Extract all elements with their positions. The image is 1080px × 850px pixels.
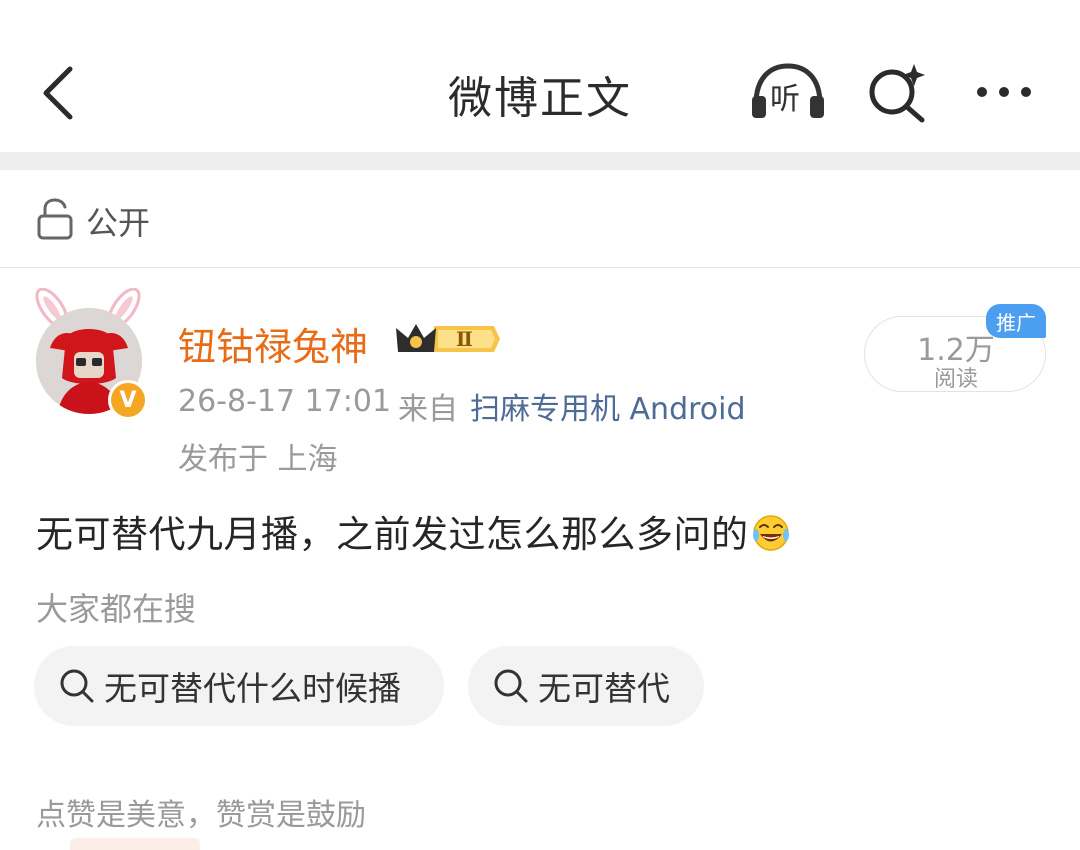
hot-search-chip-label: 无可替代 bbox=[538, 669, 670, 708]
post-source-prefix: 来自 bbox=[398, 392, 458, 427]
author-name[interactable]: 钮钴禄兔神 bbox=[178, 316, 368, 371]
verified-badge: V bbox=[108, 380, 148, 420]
lock-icon bbox=[37, 198, 73, 240]
more-options-button[interactable] bbox=[966, 58, 1046, 128]
hot-search-chip[interactable]: 无可替代 bbox=[468, 646, 704, 726]
hot-search-title: 大家都在搜 bbox=[36, 590, 197, 628]
read-label: 阅读 bbox=[933, 367, 978, 392]
listen-button[interactable]: 听 bbox=[746, 58, 830, 128]
laughing-emoji-icon bbox=[752, 515, 789, 551]
author-avatar[interactable]: V bbox=[24, 288, 154, 420]
hot-search-chip-label: 无可替代什么时候播 bbox=[104, 669, 401, 708]
reward-button-peek[interactable] bbox=[70, 838, 200, 850]
search-icon bbox=[494, 669, 528, 703]
post-text: 无可替代九月播，之前发过怎么那么多问的 bbox=[36, 513, 749, 556]
back-button[interactable] bbox=[30, 58, 86, 128]
listen-label: 听 bbox=[770, 82, 800, 117]
section-divider bbox=[0, 152, 1080, 170]
search-sparkle-icon bbox=[869, 64, 925, 123]
back-arrow-icon bbox=[43, 66, 73, 120]
post-location: 发布于 上海 bbox=[178, 442, 338, 477]
post-source-device[interactable]: 扫麻专用机 Android bbox=[470, 384, 746, 428]
post-content: 无可替代九月播，之前发过怎么那么多问的 bbox=[36, 504, 791, 558]
visibility-label: 公开 bbox=[86, 204, 151, 242]
crown-icon: Ⅱ bbox=[396, 324, 500, 352]
page-title: 微博正文 bbox=[448, 73, 632, 124]
visibility-row: 公开 bbox=[0, 170, 1080, 268]
svg-text:Ⅱ: Ⅱ bbox=[456, 327, 473, 351]
search-icon bbox=[60, 669, 94, 703]
reward-text: 点赞是美意，赞赏是鼓励 bbox=[36, 798, 366, 833]
post-time: 26-8-17 17:01 bbox=[178, 384, 392, 419]
top-navigation-bar: 微博正文 听 bbox=[0, 0, 1080, 152]
more-dots-icon bbox=[977, 87, 1031, 97]
search-button[interactable] bbox=[862, 58, 934, 128]
promotion-tag[interactable]: 推广 bbox=[986, 304, 1046, 338]
vip-crown-badge[interactable]: Ⅱ bbox=[394, 318, 502, 364]
hot-search-chip[interactable]: 无可替代什么时候播 bbox=[34, 646, 444, 726]
